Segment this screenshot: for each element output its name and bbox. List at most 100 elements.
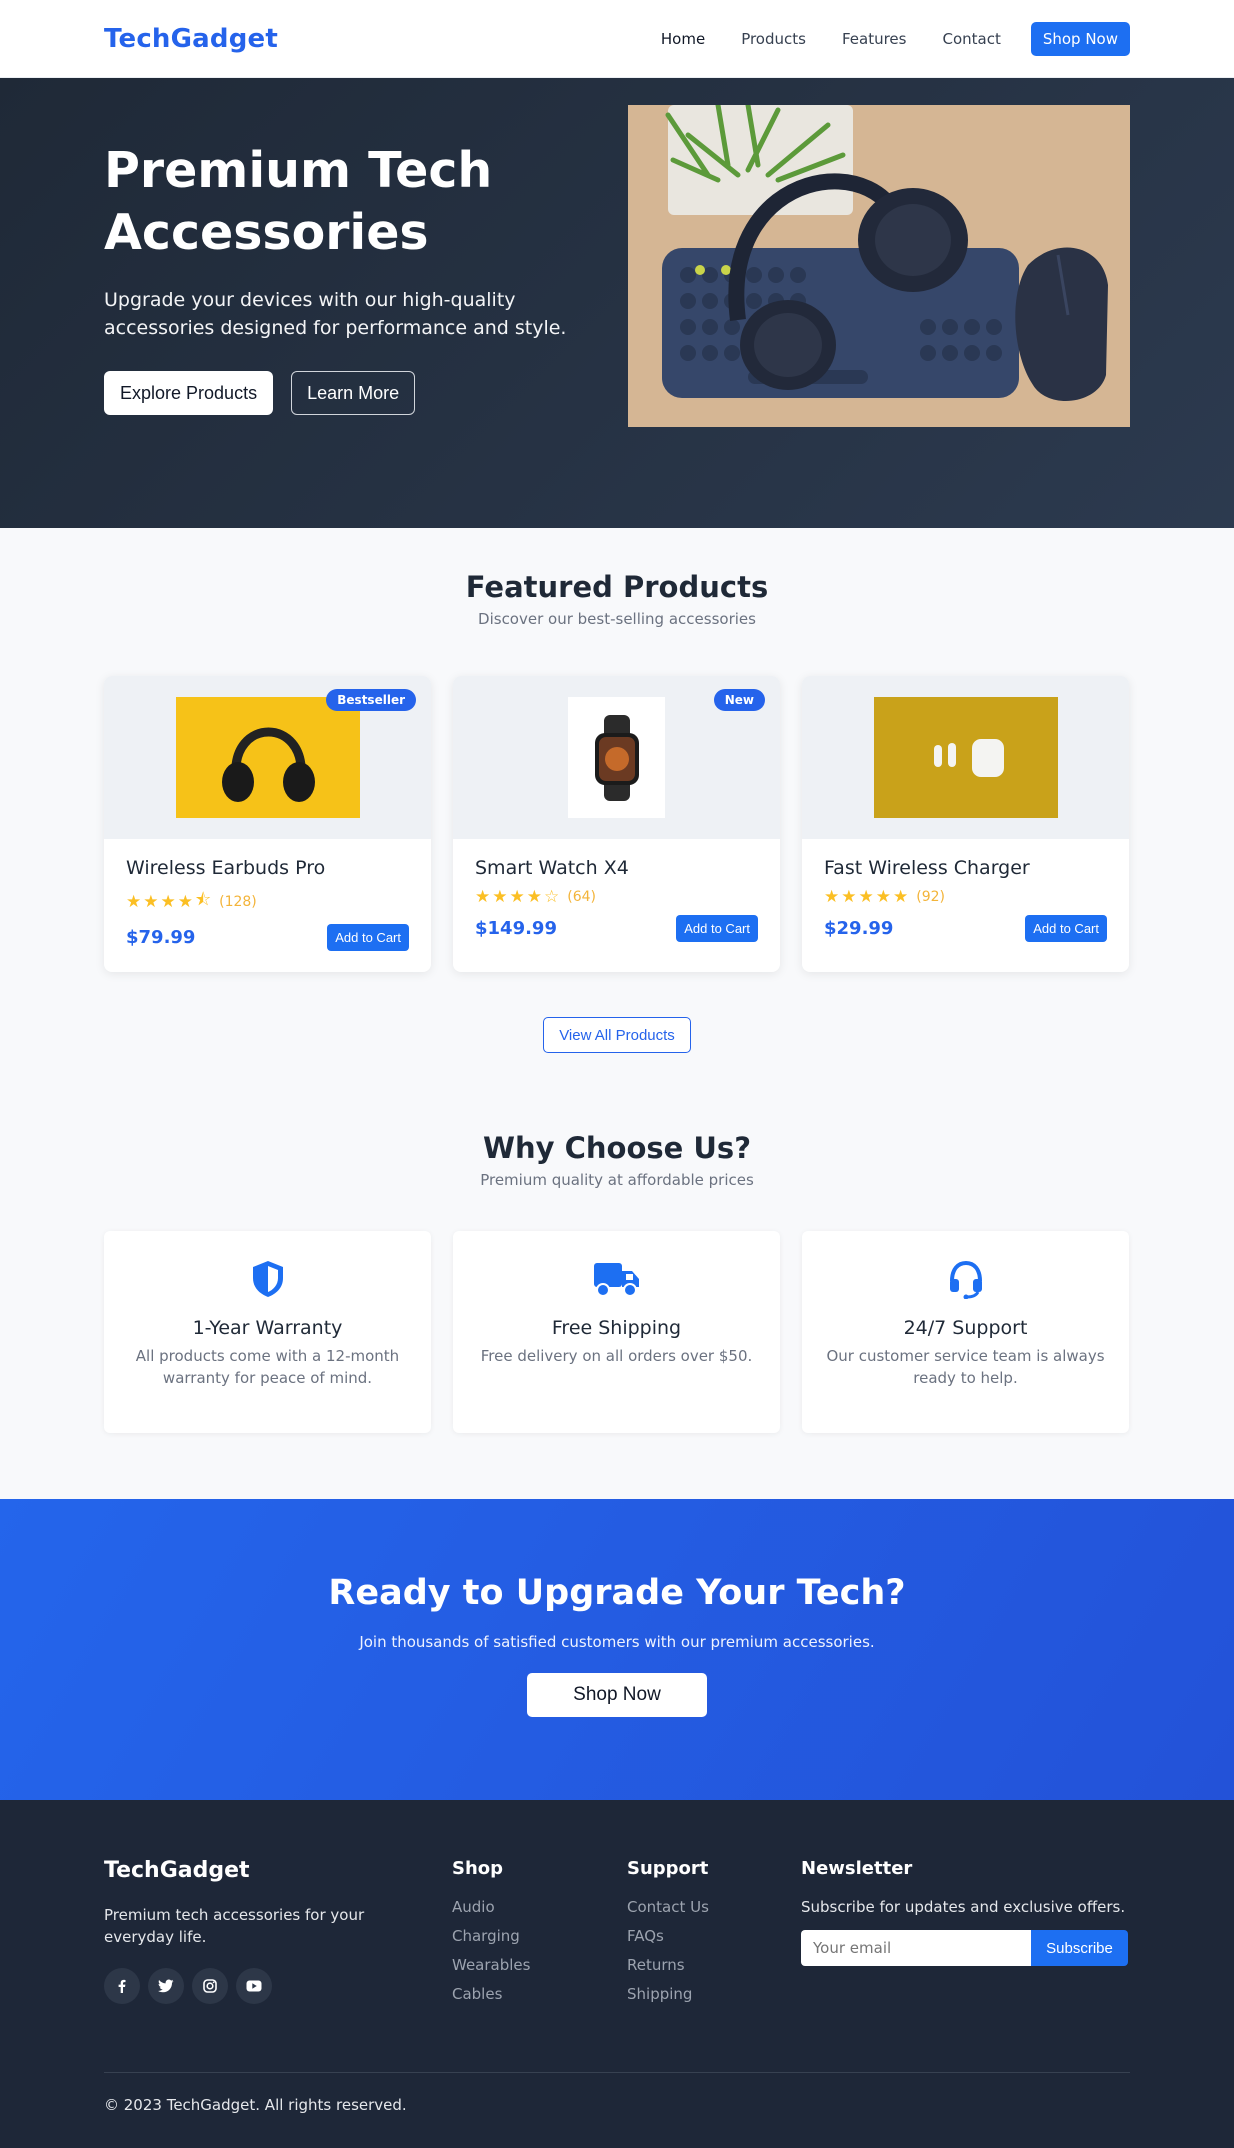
cta-title: Ready to Upgrade Your Tech? xyxy=(328,1573,906,1613)
nav-link-features[interactable]: Features xyxy=(842,30,907,48)
product-rating: ★ ★ ★ ★ ★ (92) xyxy=(824,887,1107,907)
feature-card: Free Shipping Free delivery on all order… xyxy=(453,1231,780,1433)
cta-shop-now-button[interactable]: Shop Now xyxy=(527,1673,707,1717)
copyright-text: © 2023 TechGadget. All rights reserved. xyxy=(104,2096,407,2114)
view-all-products-button[interactable]: View All Products xyxy=(543,1017,691,1053)
star-icon: ★ xyxy=(160,891,176,912)
hero-image xyxy=(628,105,1130,427)
star-icon: ★ xyxy=(126,891,142,912)
footer-brand: TechGadget xyxy=(104,1858,250,1883)
product-rating: ★ ★ ★ ★ ☆ (64) xyxy=(475,887,758,907)
footer-link-wearables[interactable]: Wearables xyxy=(452,1956,530,1974)
newsletter-form: Subscribe xyxy=(801,1930,1128,1966)
product-card[interactable]: New Smart Watch X4 ★ ★ ★ ★ ☆ (64) $149.99 Ad… xyxy=(453,676,780,972)
twitter-icon[interactable] xyxy=(148,1968,184,2004)
star-icon: ★ xyxy=(824,887,840,907)
instagram-icon[interactable] xyxy=(192,1968,228,2004)
subscribe-button[interactable]: Subscribe xyxy=(1031,1930,1128,1966)
newsletter-email-input[interactable] xyxy=(801,1930,1031,1966)
product-badge: Bestseller xyxy=(326,689,416,711)
facebook-icon[interactable] xyxy=(104,1968,140,2004)
add-to-cart-button[interactable]: Add to Cart xyxy=(676,915,758,942)
star-icon: ★ xyxy=(475,887,491,907)
product-name[interactable]: Wireless Earbuds Pro xyxy=(126,857,409,879)
add-to-cart-button[interactable]: Add to Cart xyxy=(327,924,409,951)
headphones-image xyxy=(175,697,360,818)
product-grid: Bestseller Wireless Earbuds Pro ★ ★ ★ ★ ⯪ (1… xyxy=(104,676,1130,972)
footer-link-charging[interactable]: Charging xyxy=(452,1927,530,1945)
nav-shop-now-button[interactable]: Shop Now xyxy=(1030,22,1130,56)
feature-title: Free Shipping xyxy=(551,1317,682,1339)
footer-description: Premium tech accessories for your everyd… xyxy=(104,1906,365,1946)
featured-subtitle: Discover our best-selling accessories xyxy=(478,610,756,628)
footer-link-cables[interactable]: Cables xyxy=(452,1985,530,2003)
footer-support-title: Support xyxy=(627,1858,709,1879)
star-half-icon: ⯪ xyxy=(195,890,212,910)
product-price: $149.99 xyxy=(475,918,557,939)
product-badge: New xyxy=(713,689,765,711)
cta-banner: Ready to Upgrade Your Tech? Join thousan… xyxy=(0,1499,1234,1800)
product-price: $79.99 xyxy=(126,927,196,948)
footer-support-column: Support Contact Us FAQs Returns Shipping xyxy=(627,1858,709,2014)
nav-link-contact[interactable]: Contact xyxy=(942,30,1000,48)
truck-icon xyxy=(593,1263,639,1297)
feature-text: Our customer service team is always read… xyxy=(826,1347,1105,1387)
star-icon: ★ xyxy=(143,891,159,912)
footer-shop-column: Shop Audio Charging Wearables Cables xyxy=(452,1858,530,2014)
footer-link-audio[interactable]: Audio xyxy=(452,1898,530,1916)
feature-grid: 1-Year Warranty All products come with a… xyxy=(104,1231,1130,1433)
product-price: $29.99 xyxy=(824,918,894,939)
main-menu: Home Products Features Contact Shop Now xyxy=(625,22,1130,56)
smartwatch-image xyxy=(568,697,665,818)
star-icon: ★ xyxy=(858,887,874,907)
footer-link-returns[interactable]: Returns xyxy=(627,1956,709,1974)
star-icon: ★ xyxy=(893,887,909,907)
footer-link-faqs[interactable]: FAQs xyxy=(627,1927,709,1945)
review-count: (128) xyxy=(219,893,257,910)
why-subtitle: Premium quality at affordable prices xyxy=(480,1171,754,1189)
newsletter-text: Subscribe for updates and exclusive offe… xyxy=(801,1898,1126,1916)
feature-text: All products come with a 12-month warran… xyxy=(135,1347,400,1387)
hero-buttons: Explore Products Learn More xyxy=(104,371,416,415)
headset-icon xyxy=(949,1260,982,1299)
add-to-cart-button[interactable]: Add to Cart xyxy=(1025,915,1107,942)
shield-icon xyxy=(252,1261,283,1297)
footer-shop-title: Shop xyxy=(452,1858,504,1879)
explore-products-button[interactable]: Explore Products xyxy=(104,371,274,415)
feature-title: 1-Year Warranty xyxy=(192,1317,343,1339)
star-icon: ★ xyxy=(492,887,508,907)
why-choose-us-section: Why Choose Us? Premium quality at afford… xyxy=(0,1093,1234,1499)
footer-divider xyxy=(104,2072,1130,2073)
brand-logo[interactable]: TechGadget xyxy=(104,24,278,54)
review-count: (64) xyxy=(567,889,596,905)
star-icon: ★ xyxy=(841,887,857,907)
star-icon: ★ xyxy=(509,887,525,907)
why-title: Why Choose Us? xyxy=(482,1131,752,1165)
youtube-icon[interactable] xyxy=(236,1968,272,2004)
featured-title: Featured Products xyxy=(465,570,769,604)
product-name[interactable]: Fast Wireless Charger xyxy=(824,857,1107,879)
star-icon: ★ xyxy=(526,887,542,907)
star-icon: ★ xyxy=(875,887,891,907)
hero-title: Premium Tech Accessories xyxy=(104,142,493,261)
learn-more-button[interactable]: Learn More xyxy=(291,371,416,415)
product-card[interactable]: Fast Wireless Charger ★ ★ ★ ★ ★ (92) $29.99 … xyxy=(802,676,1129,972)
product-name[interactable]: Smart Watch X4 xyxy=(475,857,758,879)
footer-link-contact-us[interactable]: Contact Us xyxy=(627,1898,709,1916)
hero-subtitle: Upgrade your devices with our high-quali… xyxy=(104,289,567,339)
footer-link-shipping[interactable]: Shipping xyxy=(627,1985,709,2003)
earbuds-image xyxy=(873,697,1058,818)
nav-link-home[interactable]: Home xyxy=(661,30,705,48)
top-navbar: TechGadget Home Products Features Contac… xyxy=(0,0,1234,78)
feature-card: 1-Year Warranty All products come with a… xyxy=(104,1231,431,1433)
hero-accessories-illustration xyxy=(628,105,1130,427)
star-icon: ★ xyxy=(177,891,193,912)
hero-section: Premium Tech Accessories Upgrade your de… xyxy=(0,78,1234,528)
product-image-area xyxy=(802,676,1129,839)
review-count: (92) xyxy=(916,889,945,905)
feature-title: 24/7 Support xyxy=(903,1317,1028,1339)
nav-link-products[interactable]: Products xyxy=(741,30,806,48)
cta-subtitle: Join thousands of satisfied customers wi… xyxy=(359,1633,875,1651)
product-card[interactable]: Bestseller Wireless Earbuds Pro ★ ★ ★ ★ ⯪ (1… xyxy=(104,676,431,972)
feature-card: 24/7 Support Our customer service team i… xyxy=(802,1231,1129,1433)
